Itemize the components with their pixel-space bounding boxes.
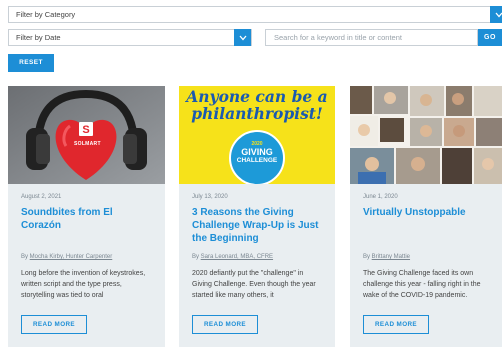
article-card[interactable]: June 1, 2020 Virtually Unstoppable By Br… [350, 86, 502, 347]
post-excerpt: Long before the invention of keystrokes,… [21, 270, 146, 299]
byline-prefix: By [21, 254, 30, 260]
post-title-link[interactable]: 3 Reasons the Giving Challenge Wrap-Up i… [192, 206, 325, 245]
category-filter-label: Filter by Category [16, 10, 76, 19]
category-filter-select[interactable]: Filter by Category [8, 6, 502, 23]
date-filter-select[interactable]: Filter by Date [8, 29, 252, 46]
giving-challenge-banner-image[interactable]: Anyone can be a philanthropist! 2020 GIV… [179, 86, 335, 184]
svg-text:S: S [82, 124, 89, 136]
byline-prefix: By [363, 254, 372, 260]
date-filter-label: Filter by Date [16, 33, 61, 42]
author-link[interactable]: Brittany Mattie [372, 254, 410, 260]
search-input[interactable]: Search for a keyword in title or content [265, 29, 478, 46]
badge-line-2: CHALLENGE [236, 157, 278, 164]
photo-collage-image[interactable] [350, 86, 502, 184]
solmart-logo-text: SOLMART [74, 141, 101, 147]
post-title-link[interactable]: Soundbites from El Corazón [21, 206, 155, 232]
byline-prefix: By [192, 254, 201, 260]
chevron-down-icon[interactable] [234, 29, 251, 46]
post-date: June 1, 2020 [363, 194, 398, 200]
post-title-link[interactable]: Virtually Unstoppable [363, 206, 492, 219]
author-link[interactable]: Mocha Kirby, Hunter Carpenter [30, 254, 113, 260]
post-excerpt: 2020 defiantly put the "challenge" in Gi… [192, 270, 316, 299]
giving-challenge-badge: 2020 GIVING CHALLENGE [229, 130, 285, 184]
read-more-button[interactable]: READ MORE [363, 315, 429, 334]
article-card[interactable]: S SOLMART August 2, 2021 Soundbites from… [8, 86, 165, 347]
post-excerpt: The Giving Challenge faced its own chall… [363, 270, 481, 299]
reset-button[interactable]: RESET [8, 54, 54, 72]
article-card[interactable]: Anyone can be a philanthropist! 2020 GIV… [179, 86, 335, 347]
go-button[interactable]: GO [478, 29, 502, 46]
read-more-button[interactable]: READ MORE [21, 315, 87, 334]
author-link[interactable]: Sara Leonard, MBA, CFRE [201, 254, 273, 260]
chevron-down-icon[interactable] [490, 6, 502, 23]
heart-headphones-image[interactable]: S SOLMART [8, 86, 165, 184]
read-more-button[interactable]: READ MORE [192, 315, 258, 334]
post-byline: By Brittany Mattie [363, 254, 410, 260]
post-date: July 13, 2020 [192, 194, 228, 200]
post-byline: By Sara Leonard, MBA, CFRE [192, 254, 273, 260]
badge-line-1: GIVING [241, 147, 273, 157]
post-date: August 2, 2021 [21, 194, 62, 200]
banner-headline: Anyone can be a philanthropist! [186, 87, 328, 123]
post-byline: By Mocha Kirby, Hunter Carpenter [21, 254, 112, 260]
search-placeholder: Search for a keyword in title or content [274, 33, 402, 42]
